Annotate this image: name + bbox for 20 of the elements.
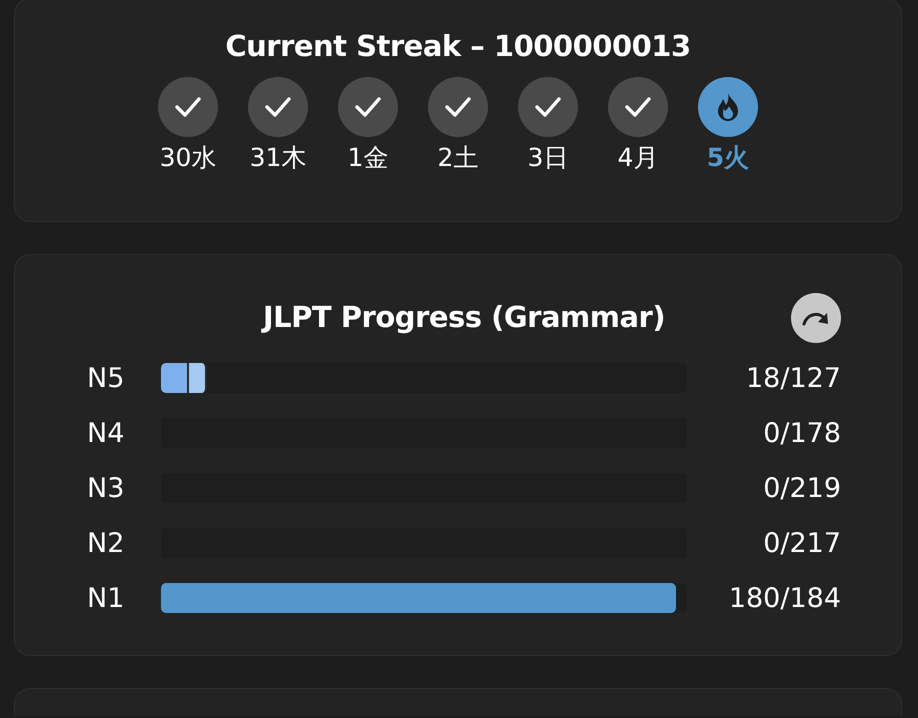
day-label: 4月 bbox=[618, 142, 658, 174]
day-label: 30水 bbox=[160, 142, 216, 174]
streak-title: Current Streak – 1000000013 bbox=[224, 29, 692, 63]
level-label: N5 bbox=[87, 362, 126, 394]
level-label: N2 bbox=[87, 528, 126, 558]
count-label: 0/178 bbox=[762, 418, 841, 448]
day-label: 31木 bbox=[250, 142, 306, 174]
redo-button[interactable] bbox=[791, 293, 841, 343]
day-label: 2土 bbox=[438, 142, 478, 174]
count-label: 18/127 bbox=[745, 362, 841, 394]
day-label: 5火 bbox=[706, 142, 750, 174]
count-label: 180/184 bbox=[728, 582, 841, 614]
level-label: N3 bbox=[87, 472, 126, 504]
count-label: 0/217 bbox=[762, 528, 841, 558]
day-label: 1金 bbox=[348, 142, 388, 174]
level-label: N4 bbox=[87, 418, 126, 448]
count-label: 0/219 bbox=[762, 472, 841, 504]
day-label: 3日 bbox=[528, 142, 568, 174]
progress-title: JLPT Progress (Grammar) bbox=[262, 300, 666, 334]
level-label: N1 bbox=[87, 582, 126, 614]
